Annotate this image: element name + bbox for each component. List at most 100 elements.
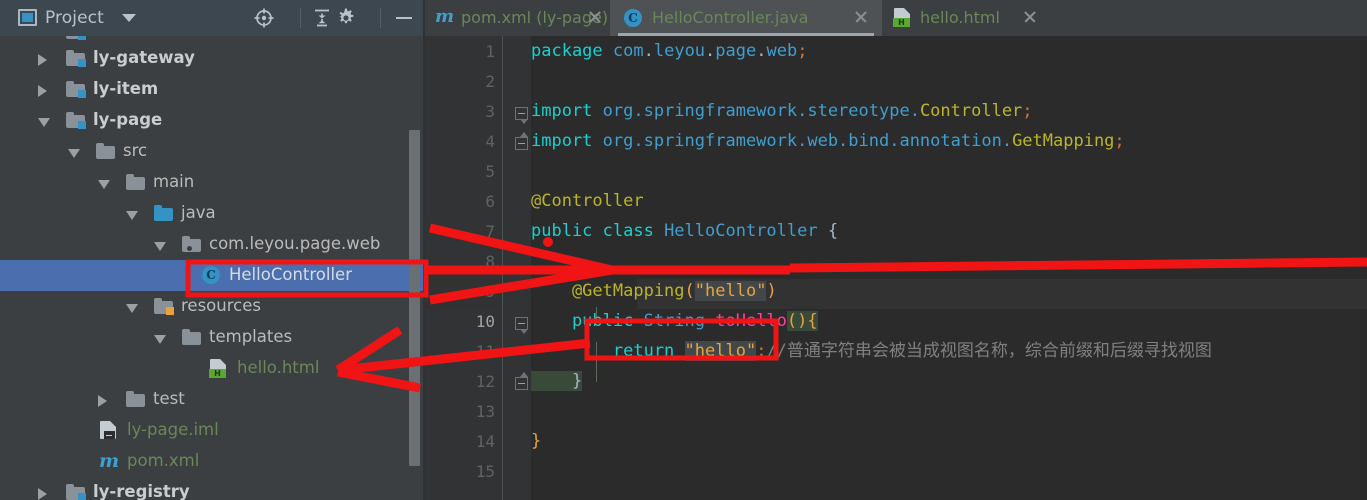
code-line-1[interactable]: package com.leyou.page.web; — [531, 36, 807, 66]
sidebar-scrollbar[interactable] — [409, 130, 420, 466]
collapse-all-icon[interactable] — [311, 7, 333, 29]
tree-label: java — [181, 203, 216, 222]
iml-file-icon — [100, 421, 116, 439]
maven-file-icon: m — [435, 6, 455, 27]
code-content[interactable]: package com.leyou.page.web; import org.s… — [531, 36, 1367, 500]
code-token: Controller — [919, 101, 1023, 121]
fold-marker-imports-end[interactable] — [515, 132, 528, 150]
code-token: . — [643, 41, 654, 61]
locate-in-tree-icon[interactable] — [253, 7, 275, 29]
code-token: GetMapping — [1012, 131, 1115, 151]
resources-folder-icon — [154, 298, 174, 315]
code-line-12[interactable]: } — [531, 366, 583, 396]
tree-label: ly-registry — [93, 482, 190, 500]
code-line-14[interactable]: } — [531, 426, 541, 456]
code-token: ; — [756, 341, 767, 361]
code-token: . — [756, 41, 767, 61]
folder-icon — [182, 329, 201, 345]
tree-row-test[interactable]: test — [0, 384, 425, 415]
tree-row-pom-xml[interactable]: m pom.xml — [0, 446, 425, 477]
code-line-7[interactable]: public class HelloController { — [531, 216, 838, 246]
tab-pom-xml[interactable]: m pom.xml (ly-page) — [425, 0, 610, 36]
code-token: org.springframework.web.bind.annotation. — [602, 131, 1013, 151]
tree-row-ly-registry[interactable]: ly-registry — [0, 477, 425, 500]
line-number: 3 — [485, 102, 495, 121]
line-number: 5 — [485, 162, 495, 181]
tree-row-src[interactable]: src — [0, 136, 425, 167]
tree-row-main[interactable]: main — [0, 167, 425, 198]
code-token: "hello" — [694, 281, 767, 301]
tree-row-hello-html[interactable]: H hello.html — [0, 353, 425, 384]
close-icon[interactable] — [853, 9, 868, 24]
code-token: { — [817, 221, 839, 241]
tree-row-hellocontroller[interactable]: C HelloController — [0, 260, 425, 291]
code-line-9[interactable]: @GetMapping("hello") — [531, 276, 777, 306]
line-number: 4 — [485, 132, 495, 151]
tab-hello-html[interactable]: H hello.html — [882, 0, 1047, 36]
code-token: ( — [684, 281, 695, 301]
line-number: 14 — [475, 432, 495, 451]
tree-label: templates — [209, 327, 293, 346]
tree-row-ly-item[interactable]: ly-item — [0, 74, 425, 105]
project-panel-title: Project — [45, 8, 104, 28]
tree-row-java[interactable]: java — [0, 198, 425, 229]
code-token: package — [531, 41, 613, 61]
code-folding-column[interactable] — [503, 36, 597, 500]
java-class-icon: C — [202, 266, 220, 284]
module-folder-icon — [66, 36, 86, 40]
code-line-10[interactable]: public String toHello(){ — [531, 306, 818, 336]
toolbar-separator — [380, 8, 381, 28]
code-token: @Controller — [531, 191, 644, 211]
tree-label: com.leyou.page.web — [209, 234, 381, 253]
tree-label: hello.html — [237, 358, 320, 377]
line-number: 7 — [485, 222, 495, 241]
tree-label: ly-item — [93, 79, 159, 98]
tab-label: HelloController.java — [652, 8, 809, 27]
tree-row-templates[interactable]: templates — [0, 322, 425, 353]
tree-row-resources[interactable]: resources — [0, 291, 425, 322]
code-line-6[interactable]: @Controller — [531, 186, 644, 216]
code-line-3[interactable]: import org.springframework.stereotype.Co… — [531, 96, 1033, 126]
html-file-icon: H — [209, 359, 226, 378]
close-icon[interactable] — [587, 9, 602, 24]
module-folder-icon — [66, 81, 86, 98]
tree-row-ly-gateway[interactable]: ly-gateway — [0, 43, 425, 74]
code-token: String — [643, 311, 716, 331]
tree-row-ly-page-iml[interactable]: ly-page.iml — [0, 415, 425, 446]
code-token: public — [531, 311, 644, 331]
chevron-down-icon[interactable] — [122, 14, 136, 22]
code-line-11[interactable]: return "hello";//普通字符串会被当成视图名称，综合前缀和后缀寻找… — [531, 336, 1212, 366]
html-file-icon: H — [893, 8, 910, 27]
line-number: 15 — [475, 462, 495, 481]
code-token: } — [531, 431, 542, 451]
project-file-tree[interactable]: ly-gateway ly-item ly-page src main java… — [0, 36, 425, 500]
editor-gutter[interactable]: 1 2 3 4 5 6 7 8 9 10 11 12 13 14 15 — [425, 36, 531, 500]
line-number: 6 — [485, 192, 495, 211]
package-icon — [182, 236, 201, 252]
code-token: public class — [531, 221, 665, 241]
code-token: ; — [1022, 101, 1033, 121]
fold-marker-method-end[interactable] — [515, 372, 528, 390]
tree-label: src — [123, 141, 148, 160]
close-icon[interactable] — [1022, 9, 1037, 24]
tree-row-package[interactable]: com.leyou.page.web — [0, 229, 425, 260]
code-token: toHello — [715, 311, 787, 331]
tree-label: ly-page — [93, 110, 163, 129]
code-line-4[interactable]: import org.springframework.web.bind.anno… — [531, 126, 1125, 156]
tree-label: resources — [181, 296, 261, 315]
code-token: @GetMapping — [531, 281, 685, 301]
module-folder-icon — [66, 50, 86, 67]
line-number: 12 — [475, 372, 495, 391]
tree-row-ly-page[interactable]: ly-page — [0, 105, 425, 136]
fold-marker-method-start[interactable] — [515, 317, 528, 334]
tab-hellocontroller-java[interactable]: C HelloController.java — [610, 0, 882, 36]
code-token: //普通字符串会被当成视图名称，综合前缀和后缀寻找视图 — [766, 341, 1212, 361]
code-token: . — [705, 41, 716, 61]
minimize-icon[interactable] — [393, 7, 415, 29]
fold-marker-imports-start[interactable] — [515, 107, 528, 124]
code-token: } — [531, 371, 583, 391]
module-folder-icon — [66, 112, 86, 129]
code-token: (){ — [786, 311, 818, 331]
tree-label: main — [153, 172, 195, 191]
gear-icon[interactable] — [335, 7, 357, 29]
